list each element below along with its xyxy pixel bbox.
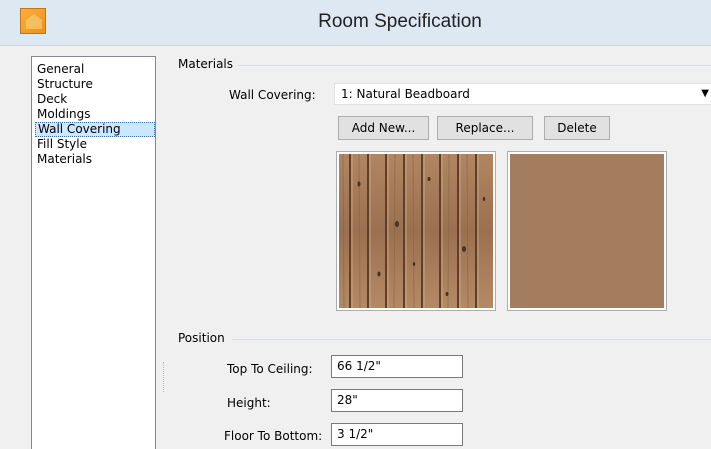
beadboard-texture — [339, 153, 493, 309]
floor-to-bottom-label: Floor To Bottom: — [224, 429, 323, 443]
texture-preview — [336, 151, 496, 311]
wall-covering-label: Wall Covering: — [229, 88, 316, 102]
height-label: Height: — [227, 396, 271, 410]
height-input[interactable]: 28" — [331, 389, 463, 412]
position-group-line — [232, 339, 711, 340]
title-bar: Room Specification — [0, 0, 711, 46]
solid-color-swatch — [510, 154, 664, 308]
category-list: General Structure Deck Moldings Wall Cov… — [31, 56, 156, 449]
top-to-ceiling-input[interactable]: 66 1/2" — [331, 355, 463, 378]
sidebar-item-moldings[interactable]: Moldings — [35, 107, 155, 122]
wall-covering-value: 1: Natural Beadboard — [341, 87, 470, 101]
materials-group-line — [238, 65, 711, 66]
splitter-grip[interactable] — [163, 362, 165, 392]
app-icon[interactable] — [20, 8, 46, 34]
window-title: Room Specification — [318, 11, 482, 32]
replace-button[interactable]: Replace... — [437, 116, 533, 140]
color-preview — [507, 151, 667, 311]
sidebar-item-materials[interactable]: Materials — [35, 152, 155, 167]
sidebar-item-fill-style[interactable]: Fill Style — [35, 137, 155, 152]
materials-group-label: Materials — [178, 57, 238, 71]
sidebar-item-deck[interactable]: Deck — [35, 92, 155, 107]
chevron-down-icon[interactable]: ▼ — [701, 84, 709, 104]
top-to-ceiling-label: Top To Ceiling: — [227, 362, 313, 376]
floor-to-bottom-input[interactable]: 3 1/2" — [331, 423, 463, 446]
sidebar-item-structure[interactable]: Structure — [35, 77, 155, 92]
delete-button[interactable]: Delete — [544, 116, 610, 140]
window-frame — [0, 46, 20, 449]
wall-covering-select[interactable]: 1: Natural Beadboard ▼ — [334, 83, 711, 105]
sidebar-item-wall-covering[interactable]: Wall Covering — [35, 122, 155, 137]
sidebar-item-general[interactable]: General — [35, 62, 155, 77]
add-new-button[interactable]: Add New... — [338, 116, 429, 140]
position-group-label: Position — [178, 331, 229, 345]
